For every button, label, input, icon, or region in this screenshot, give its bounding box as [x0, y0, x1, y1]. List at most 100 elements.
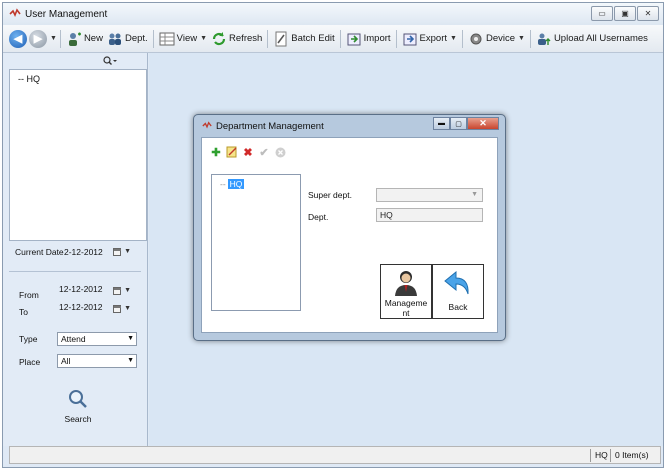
back-nav-button[interactable]: ◀ — [9, 29, 27, 48]
toolbar-separator — [152, 29, 154, 48]
nav-history-dropdown-icon[interactable]: ▼ — [50, 35, 57, 42]
from-date-picker-button[interactable]: ▼ — [113, 284, 131, 297]
dialog-title: Department Management — [216, 120, 324, 132]
check-icon[interactable]: ✔ — [258, 146, 270, 159]
view-button[interactable]: View ▼ — [157, 28, 209, 50]
dialog-maximize-button[interactable]: ▢ — [450, 117, 467, 130]
toolbar-separator — [267, 29, 269, 48]
department-icon — [107, 31, 123, 47]
toolbar-separator — [59, 29, 61, 48]
search-icon[interactable] — [103, 56, 117, 68]
chevron-down-icon: ▼ — [518, 35, 525, 42]
department-tree[interactable]: -- HQ — [9, 69, 147, 241]
chevron-down-icon: ▼ — [127, 335, 134, 342]
chevron-down-icon: ▼ — [124, 305, 131, 312]
forward-nav-button[interactable]: ▶ — [29, 29, 47, 48]
new-button[interactable]: New — [64, 28, 105, 50]
to-date-input[interactable]: 12-12-2012 — [57, 302, 113, 315]
export-icon — [402, 31, 418, 47]
tree-item-label: HQ — [227, 179, 245, 189]
refresh-label: Refresh — [229, 33, 263, 44]
search-label: Search — [64, 414, 92, 424]
dialog-department-tree[interactable]: -- HQ — [211, 174, 301, 311]
import-label: Import — [363, 33, 391, 44]
calendar-icon — [113, 304, 122, 313]
dept-button[interactable]: Dept. — [105, 28, 150, 50]
place-select-value: All — [61, 356, 71, 366]
minimize-icon: ▬ — [438, 120, 445, 127]
management-button[interactable]: Manageme nt — [380, 264, 432, 319]
place-label: Place — [19, 357, 41, 367]
toolbar-separator — [395, 29, 397, 48]
dialog-tree-item-hq[interactable]: -- HQ — [220, 179, 245, 189]
tree-search-row — [3, 53, 148, 69]
refresh-button[interactable]: Refresh — [209, 28, 264, 50]
title-bar: User Management ▭ ▣ ✕ — [3, 3, 663, 25]
device-label: Device — [485, 33, 515, 44]
type-select-value: Attend — [61, 334, 86, 344]
app-logo-icon — [202, 121, 212, 131]
add-icon[interactable]: ✚ — [210, 146, 222, 159]
toolbar-separator — [461, 29, 463, 48]
dept-label: Dept. — [124, 33, 148, 44]
window-title: User Management — [25, 8, 108, 20]
pencil-icon — [273, 31, 289, 47]
search-button[interactable]: Search — [61, 388, 95, 424]
minimize-button[interactable]: ▭ — [591, 6, 613, 21]
cancel-icon[interactable] — [274, 146, 286, 158]
status-item-count: 0 Item(s) — [610, 449, 660, 462]
chevron-down-icon: ▼ — [124, 248, 131, 255]
batch-edit-button[interactable]: Batch Edit — [271, 28, 336, 50]
from-label: From — [19, 290, 39, 300]
main-toolbar: ◀ ▶ ▼ New Dept. View ▼ Refresh Batch Edi… — [3, 25, 663, 53]
chevron-down-icon: ▼ — [200, 35, 208, 42]
close-icon: ✕ — [479, 118, 487, 128]
dialog-title-bar: Department Management ▬ ▢ ✕ — [194, 115, 505, 137]
app-logo-icon — [9, 8, 21, 20]
status-department: HQ — [590, 449, 608, 462]
back-button[interactable]: Back — [432, 264, 484, 319]
dialog-body: ✚ ✖ ✔ -- HQ Super dept. ▼ Dept. HQ Manag… — [201, 137, 498, 333]
super-dept-select[interactable]: ▼ — [376, 188, 483, 202]
tree-item-hq[interactable]: -- HQ — [18, 74, 40, 84]
place-select[interactable]: All ▼ — [57, 354, 137, 368]
chevron-down-icon: ▼ — [471, 191, 478, 198]
import-button[interactable]: Import — [344, 28, 393, 50]
view-grid-icon — [159, 31, 175, 47]
import-icon — [346, 31, 362, 47]
left-panel: -- HQ Current Date 2-12-2012 ▼ From 12-1… — [3, 53, 148, 446]
refresh-icon — [211, 31, 227, 47]
close-button[interactable]: ✕ — [637, 6, 659, 21]
export-button[interactable]: Export ▼ — [400, 28, 459, 50]
to-date-picker-button[interactable]: ▼ — [113, 302, 131, 315]
dept-label: Dept. — [308, 212, 329, 222]
current-date-value[interactable]: 2-12-2012 — [64, 247, 103, 257]
chevron-down-icon: ▼ — [127, 357, 134, 364]
device-gear-icon — [468, 31, 484, 47]
calendar-icon — [113, 286, 122, 295]
status-bar: HQ 0 Item(s) — [9, 446, 661, 464]
type-select[interactable]: Attend ▼ — [57, 332, 137, 346]
department-management-dialog: Department Management ▬ ▢ ✕ ✚ ✖ ✔ -- HQ … — [193, 114, 506, 341]
dialog-minimize-button[interactable]: ▬ — [433, 117, 450, 130]
divider — [9, 271, 141, 272]
back-label: Back — [448, 302, 468, 312]
upload-usernames-button[interactable]: Upload All Usernames — [534, 28, 650, 50]
delete-icon[interactable]: ✖ — [242, 146, 254, 159]
batch-edit-label: Batch Edit — [291, 33, 335, 44]
manager-icon — [392, 268, 420, 298]
edit-icon[interactable] — [226, 146, 238, 158]
maximize-icon: ▢ — [455, 120, 462, 128]
maximize-button[interactable]: ▣ — [614, 6, 636, 21]
current-date-label: Current Date — [15, 247, 64, 257]
tree-connector: -- — [220, 179, 226, 189]
upload-label: Upload All Usernames — [553, 33, 648, 44]
magnifier-icon — [67, 388, 89, 412]
from-date-input[interactable]: 12-12-2012 — [57, 284, 113, 297]
toolbar-separator — [529, 29, 531, 48]
dialog-close-button[interactable]: ✕ — [467, 117, 499, 130]
arrow-left-icon: ◀ — [13, 33, 23, 45]
current-date-picker-button[interactable]: ▼ — [113, 245, 131, 258]
device-button[interactable]: Device ▼ — [466, 28, 527, 50]
dept-name-input[interactable]: HQ — [376, 208, 483, 222]
